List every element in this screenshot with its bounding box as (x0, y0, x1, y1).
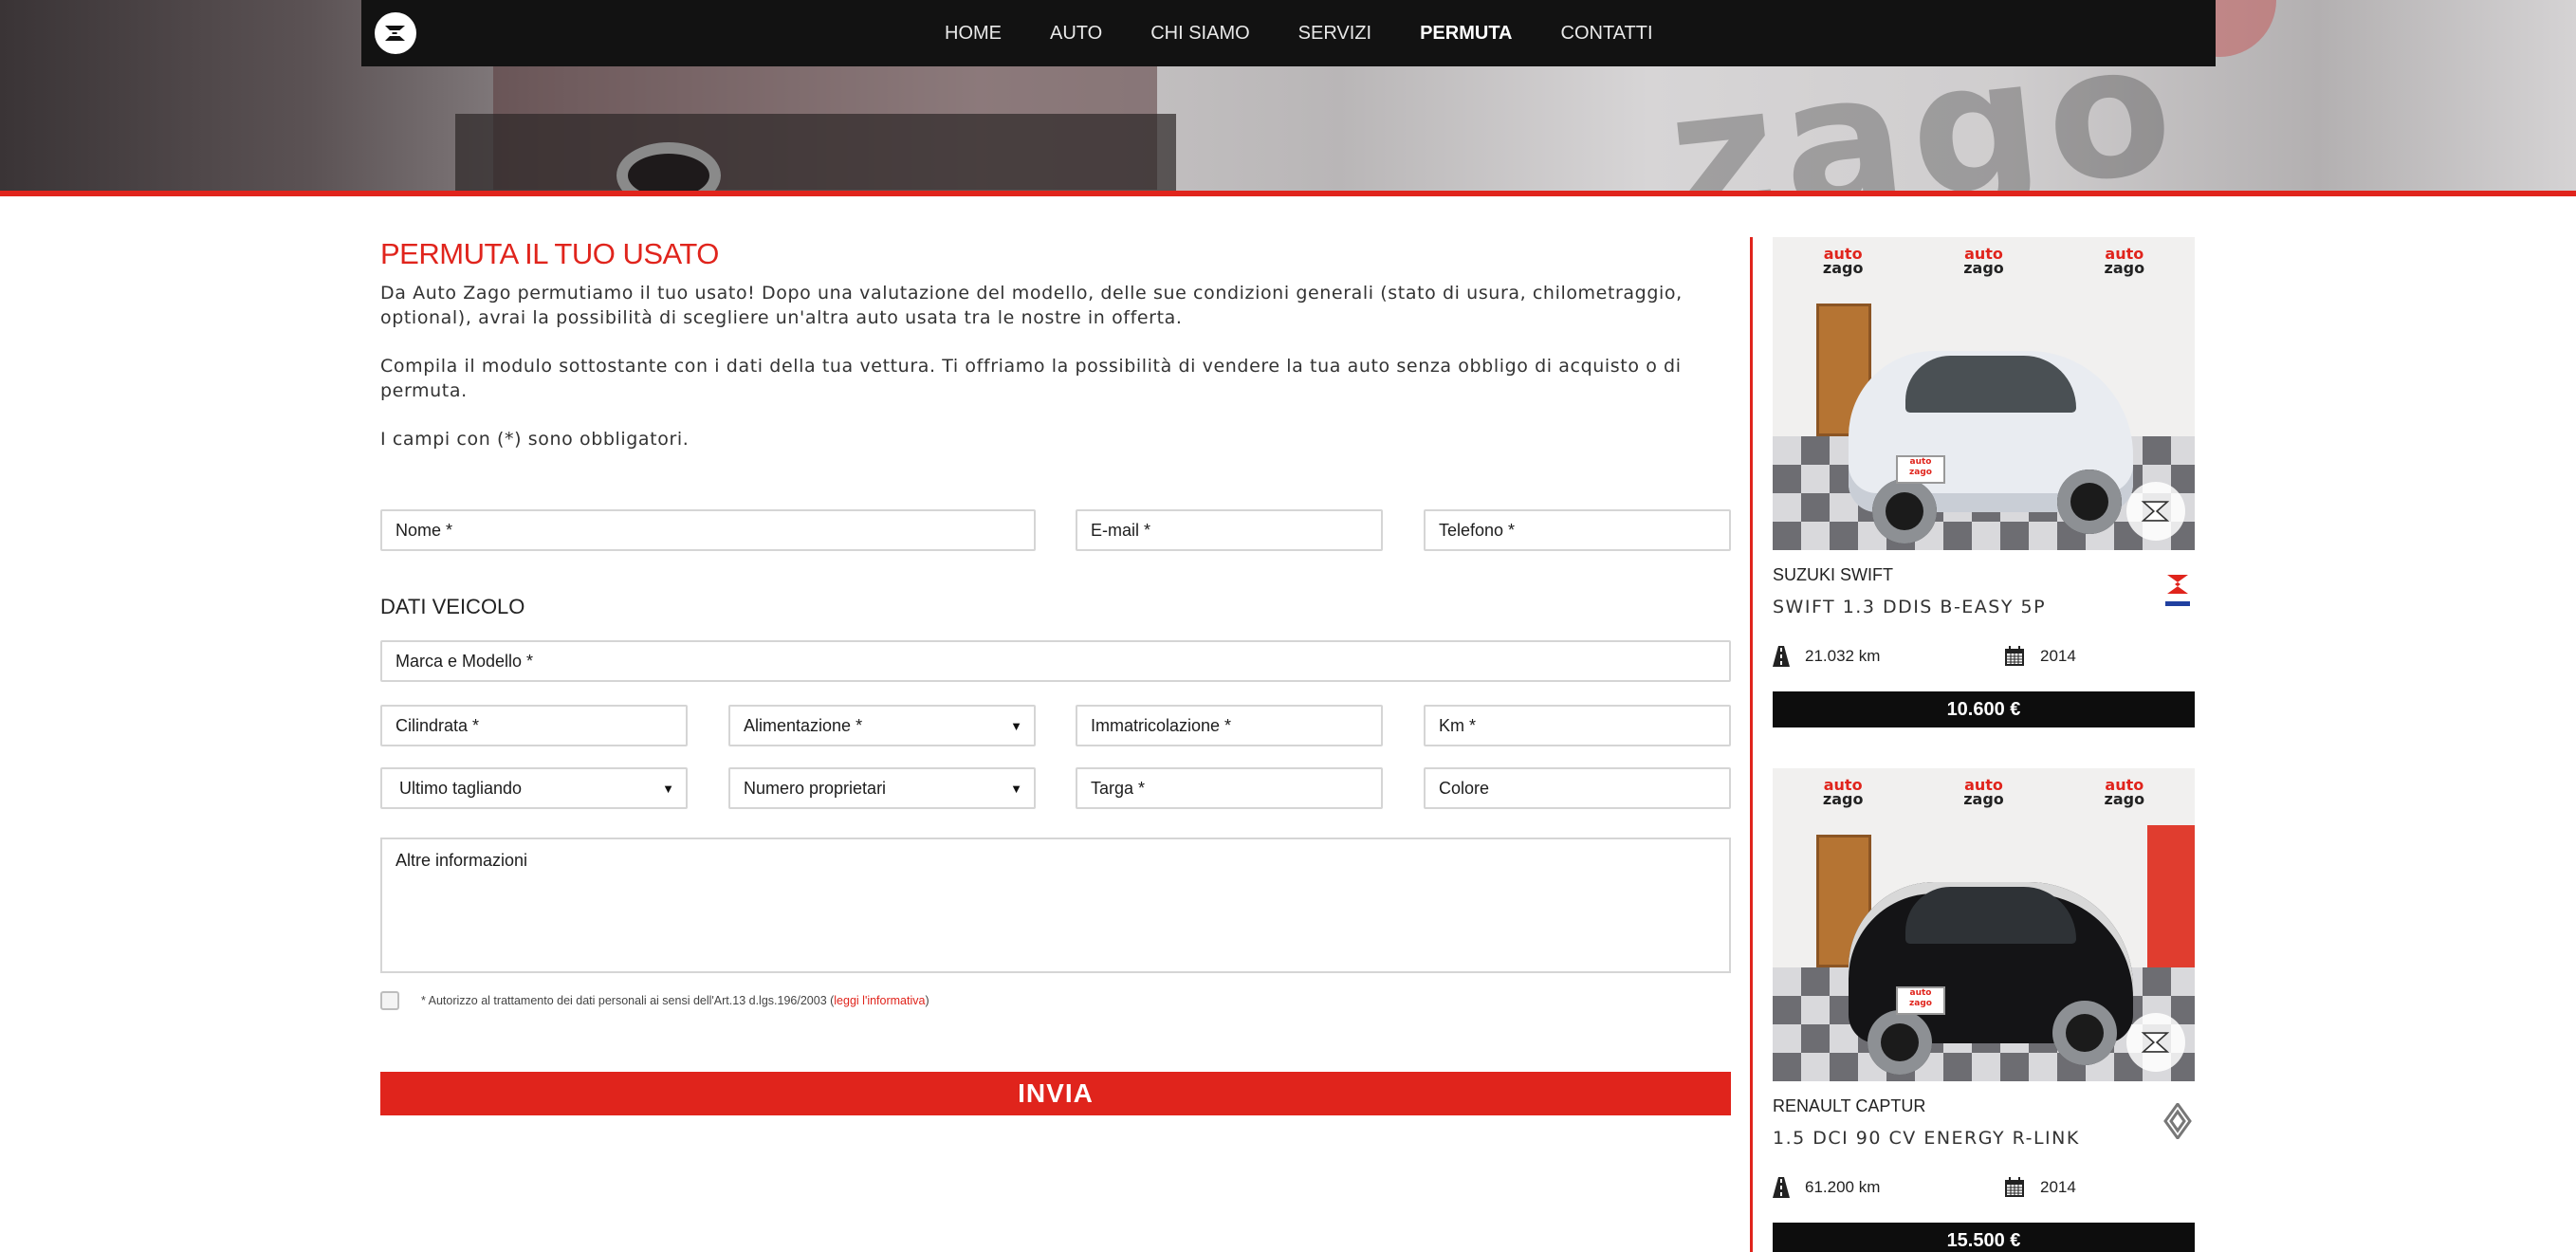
car-wheel (1868, 1010, 1932, 1075)
ultimo-tagliando-select[interactable]: Ultimo tagliando ▼ (380, 767, 688, 809)
car-specs: 21.032 km 2014 (1773, 646, 2195, 671)
showroom-logo: auto zago (1822, 245, 1864, 277)
submit-button[interactable]: INVIA (380, 1072, 1731, 1115)
dealer-plate: auto zago (1896, 455, 1945, 484)
marca-modello-input[interactable] (396, 642, 1729, 680)
dealer-badge-icon (2126, 1013, 2185, 1072)
showroom-logo: auto zago (2104, 776, 2145, 808)
calendar-icon (2004, 646, 2025, 667)
telefono-input[interactable] (1439, 511, 1729, 549)
car-km: 21.032 km (1773, 646, 1880, 667)
car-year-value: 2014 (2040, 647, 2076, 665)
alimentazione-select[interactable]: Alimentazione * ▼ (728, 705, 1036, 746)
car-km-value: 61.200 km (1805, 1178, 1881, 1196)
car-make: SUZUKI SWIFT (1773, 565, 1893, 584)
km-field[interactable] (1424, 705, 1731, 746)
altre-informazioni-textarea[interactable]: Altre informazioni (380, 838, 1731, 973)
auto-zago-logo-icon[interactable] (375, 12, 416, 54)
email-field[interactable] (1076, 509, 1383, 551)
car-km: 61.200 km (1773, 1177, 1880, 1198)
dropdown-arrow-icon: ▼ (1010, 781, 1022, 796)
intro-paragraph-2: Compila il modulo sottostante con i dati… (380, 356, 1682, 401)
marca-modello-field[interactable] (380, 640, 1731, 682)
required-fields-note: I campi con (*) sono obbligatori. (380, 429, 690, 450)
dropdown-arrow-icon: ▼ (1010, 718, 1022, 733)
nav-servizi[interactable]: SERVIZI (1298, 23, 1371, 45)
top-navigation: HOME AUTO CHI SIAMO SERVIZI PERMUTA CONT… (361, 0, 2216, 66)
nome-input[interactable] (396, 511, 1034, 549)
car-photo[interactable]: auto zago auto zago auto zago auto zago (1773, 768, 2195, 1081)
alimentazione-value: Alimentazione * (744, 715, 863, 735)
km-input[interactable] (1439, 707, 1729, 745)
showroom-logo: auto zago (1963, 776, 2004, 808)
showroom-branding: auto zago auto zago auto zago (1773, 768, 2195, 816)
consent-close: ) (925, 994, 929, 1007)
car-price[interactable]: 15.500 € (1773, 1223, 2195, 1252)
car-wheel (2057, 470, 2122, 534)
hero-accent-line (0, 191, 2576, 196)
showroom-branding: auto zago auto zago auto zago (1773, 237, 2195, 285)
numero-proprietari-select[interactable]: Numero proprietari ▼ (728, 767, 1036, 809)
car-year-value: 2014 (2040, 1178, 2076, 1196)
privacy-policy-link[interactable]: leggi l'informativa (834, 994, 925, 1007)
car-wheel (2052, 1001, 2117, 1065)
page-title: PERMUTA IL TUO USATO (380, 237, 719, 270)
targa-input[interactable] (1091, 769, 1381, 807)
colore-input[interactable] (1439, 769, 1729, 807)
altre-informazioni-placeholder: Altre informazioni (396, 851, 528, 870)
car-year: 2014 (2004, 646, 2076, 667)
dealer-plate: auto zago (1896, 986, 1945, 1015)
dealer-badge-icon (2126, 482, 2185, 541)
immatricolazione-input[interactable] (1091, 707, 1381, 745)
sidebar-divider (1750, 237, 1753, 1252)
dropdown-arrow-icon: ▼ (662, 781, 674, 796)
telefono-field[interactable] (1424, 509, 1731, 551)
intro-section: PERMUTA IL TUO USATO Da Auto Zago permut… (380, 237, 1732, 451)
showroom-logo: auto zago (1822, 776, 1864, 808)
car-specs: 61.200 km 2014 (1773, 1177, 2195, 1202)
car-card-renault[interactable]: auto zago auto zago auto zago auto zago RENA… (1773, 768, 2195, 1252)
calendar-icon (2004, 1177, 2025, 1198)
nav-contatti[interactable]: CONTATTI (1561, 23, 1653, 45)
car-windshield (1905, 887, 2076, 944)
showroom-logo: auto zago (1963, 245, 2004, 277)
car-model: SWIFT 1.3 DDIS B-EASY 5P (1773, 597, 2047, 617)
cilindrata-input[interactable] (396, 707, 686, 745)
intro-paragraph-1: Da Auto Zago permutiamo il tuo usato! Do… (380, 283, 1683, 328)
car-wheel (1872, 479, 1937, 543)
car-year: 2014 (2004, 1177, 2076, 1198)
vehicle-data-heading: DATI VEICOLO (380, 595, 525, 618)
email-input[interactable] (1091, 511, 1381, 549)
nav-auto[interactable]: AUTO (1050, 23, 1102, 45)
road-icon (1773, 646, 1790, 667)
nav-chi-siamo[interactable]: CHI SIAMO (1150, 23, 1249, 45)
numero-proprietari-value: Numero proprietari (744, 778, 887, 798)
car-price[interactable]: 10.600 € (1773, 691, 2195, 727)
car-model: 1.5 DCI 90 CV ENERGY R-LINK (1773, 1128, 2080, 1149)
renault-logo-icon (2161, 1102, 2195, 1140)
car-km-value: 21.032 km (1805, 647, 1881, 665)
car-photo[interactable]: auto zago auto zago auto zago auto zago (1773, 237, 2195, 550)
nav-home[interactable]: HOME (945, 23, 1002, 45)
ultimo-tagliando-value: Ultimo tagliando (399, 778, 523, 798)
suzuki-logo-icon (2161, 571, 2195, 609)
car-windshield (1905, 356, 2076, 413)
hero-car-shadow (455, 114, 1176, 191)
immatricolazione-field[interactable] (1076, 705, 1383, 746)
car-make: RENAULT CAPTUR (1773, 1096, 1926, 1115)
showroom-red-wall (2147, 825, 2195, 967)
nome-field[interactable] (380, 509, 1036, 551)
targa-field[interactable] (1076, 767, 1383, 809)
cilindrata-field[interactable] (380, 705, 688, 746)
privacy-consent: * Autorizzo al trattamento dei dati pers… (380, 991, 929, 1010)
privacy-checkbox[interactable] (380, 991, 399, 1010)
colore-field[interactable] (1424, 767, 1731, 809)
nav-permuta[interactable]: PERMUTA (1420, 23, 1512, 45)
road-icon (1773, 1177, 1790, 1198)
consent-label: * Autorizzo al trattamento dei dati pers… (421, 994, 835, 1007)
showroom-logo: auto zago (2104, 245, 2145, 277)
car-card-suzuki[interactable]: auto zago auto zago auto zago auto zago SUZU… (1773, 237, 2195, 727)
main-menu: HOME AUTO CHI SIAMO SERVIZI PERMUTA CONT… (945, 0, 1702, 66)
consent-text: * Autorizzo al trattamento dei dati pers… (421, 994, 929, 1007)
